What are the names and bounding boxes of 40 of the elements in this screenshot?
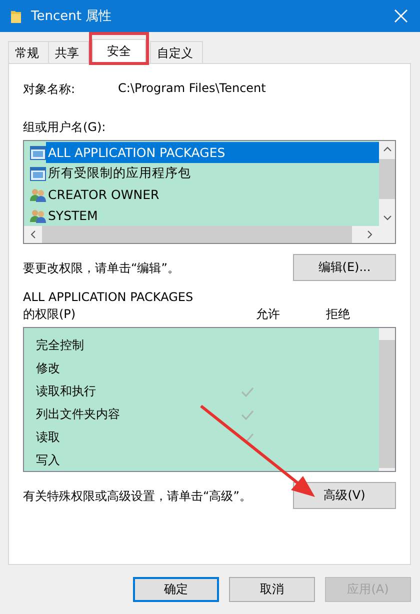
dialog-button[interactable]: 确定 <box>133 577 219 602</box>
hint-text: 要更改权限，请单击“编辑”。 <box>23 260 180 277</box>
tab[interactable]: 共享 <box>48 41 89 63</box>
advanced-button[interactable]: 高级(V) <box>293 482 396 509</box>
permission-name: 完全控制 <box>36 337 85 354</box>
hint-text: 有关特殊权限或高级设置，请单击“高级”。 <box>23 488 252 505</box>
permission-name: 读取 <box>36 429 61 446</box>
folder-icon <box>10 8 22 24</box>
column-header: 允许 <box>256 306 281 323</box>
tab[interactable]: 自定义 <box>150 41 203 63</box>
user-item[interactable]: CREATOR OWNER <box>24 184 379 205</box>
users-icon <box>30 188 46 202</box>
window-title: Tencent 属性 <box>31 8 113 25</box>
window-icon <box>30 146 46 160</box>
users-icon <box>30 208 46 222</box>
list-label: 的权限(P) <box>23 306 77 323</box>
path-text: C:\Program Files\Tencent <box>118 81 266 97</box>
tab[interactable]: 常规 <box>8 41 49 63</box>
permission-name: 读取和执行 <box>36 383 97 400</box>
column-header: 拒绝 <box>326 306 351 323</box>
scroll-thumb[interactable] <box>379 159 395 199</box>
close-icon[interactable] <box>394 9 408 23</box>
permission-name: 写入 <box>36 452 61 469</box>
scroll-thumb[interactable] <box>42 226 352 243</box>
window-icon <box>30 166 46 180</box>
vertical-scrollbar[interactable] <box>379 141 395 226</box>
user-item[interactable]: 所有受限制的应用程序包 <box>24 163 379 184</box>
scroll-up-icon <box>382 146 392 152</box>
scroll-down-icon <box>382 215 392 221</box>
user-item[interactable]: SYSTEM <box>24 205 379 226</box>
list-label: 组或用户名(G): <box>23 119 107 136</box>
field-label: 对象名称: <box>23 81 76 97</box>
edit-button[interactable]: 编辑(E)... <box>293 254 396 281</box>
permission-name: 修改 <box>36 360 61 377</box>
dialog-button[interactable]: 取消 <box>229 577 315 602</box>
scroll-right-icon <box>367 230 373 239</box>
permission-subject: ALL APPLICATION PACKAGES <box>23 290 194 304</box>
permission-name: 列出文件夹内容 <box>36 406 121 423</box>
tab[interactable]: 安全 <box>92 39 146 64</box>
scroll-left-icon <box>30 230 36 239</box>
